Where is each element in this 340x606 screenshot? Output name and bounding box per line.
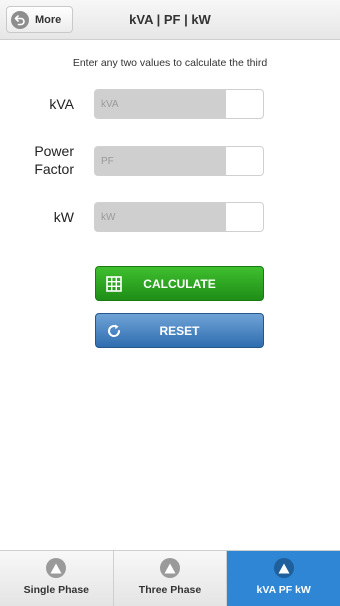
triangle-warning-icon	[273, 558, 294, 578]
tab-three-phase[interactable]: Three Phase	[113, 551, 228, 606]
power-factor-label-line1: Power	[34, 143, 74, 159]
app-screen: More kVA | PF | kW Enter any two values …	[0, 0, 340, 606]
refresh-icon	[100, 323, 128, 339]
reset-button[interactable]: RESET	[95, 313, 264, 348]
instruction-text: Enter any two values to calculate the th…	[72, 57, 268, 69]
reset-button-label: RESET	[159, 323, 200, 338]
calculate-button[interactable]: CALCULATE	[95, 266, 264, 301]
kw-label: kW	[53, 209, 74, 225]
more-button-label: More	[35, 13, 62, 26]
triangle-warning-icon	[46, 558, 67, 578]
kw-input[interactable]	[94, 202, 264, 232]
back-arrow-icon	[11, 10, 29, 29]
tab-single-phase-label: Single Phase	[23, 584, 90, 596]
page-title: kVA | PF | kW	[129, 12, 211, 27]
more-button[interactable]: More	[6, 6, 73, 33]
power-factor-label: Power Factor	[34, 142, 74, 178]
tab-single-phase[interactable]: Single Phase	[0, 551, 114, 606]
power-factor-label-line2: Factor	[34, 161, 74, 177]
bottom-tab-bar: Single Phase Three Phase kVA PF kW	[0, 550, 340, 606]
tab-kva-pf-kw-label: kVA PF kW	[256, 584, 311, 596]
calculate-button-label: CALCULATE	[143, 276, 216, 291]
triangle-warning-icon	[160, 558, 180, 578]
kva-input[interactable]	[94, 89, 264, 119]
power-factor-input[interactable]	[94, 146, 264, 176]
kva-label: kVA	[49, 96, 74, 112]
grid-icon	[100, 275, 128, 292]
header-bar: More kVA | PF | kW	[0, 0, 340, 40]
tab-kva-pf-kw[interactable]: kVA PF kW	[227, 551, 340, 606]
tab-three-phase-label: Three Phase	[138, 584, 202, 596]
